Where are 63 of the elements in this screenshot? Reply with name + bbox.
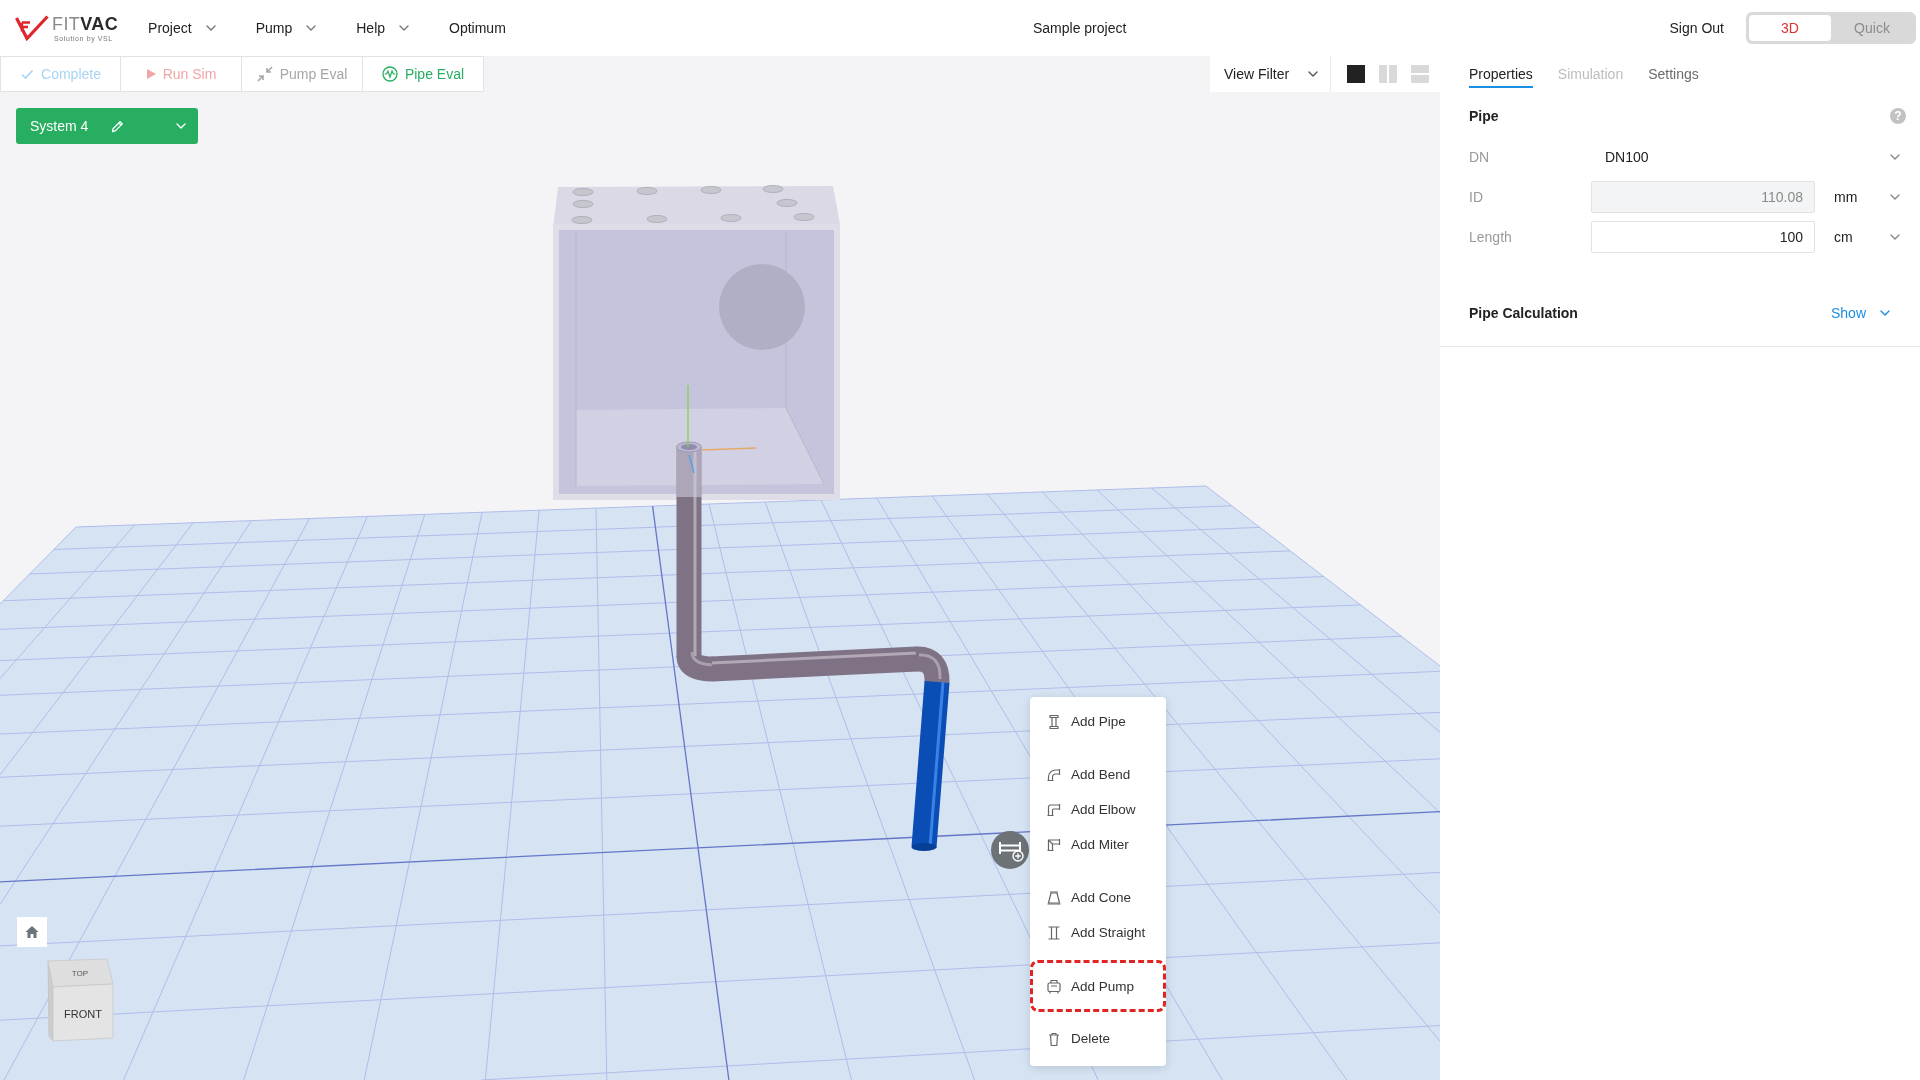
panel-tab[interactable]: Properties (1469, 56, 1533, 88)
field-label: Length (1469, 229, 1513, 245)
cube-face-label: TOP (71, 969, 89, 978)
chevron-down-icon (1308, 71, 1318, 77)
elbow-icon (1046, 801, 1062, 818)
chevron-down-icon (399, 25, 410, 31)
menu-item[interactable]: Add Pump (1030, 960, 1166, 1012)
axes-icon (687, 384, 757, 474)
play-icon (145, 68, 156, 80)
chevron-down-icon (1880, 310, 1890, 316)
pipe-icon (1046, 713, 1062, 730)
menu-item[interactable]: Add Straight (1030, 915, 1166, 950)
menu-item[interactable]: Add Elbow (1030, 792, 1166, 827)
nav-menu-item[interactable]: Optimum (429, 8, 526, 48)
split-columns-icon[interactable] (1379, 65, 1397, 83)
view-cube[interactable] (47, 958, 114, 1042)
cone-icon (1046, 889, 1062, 906)
pipe-plus-icon[interactable] (991, 831, 1029, 869)
menu-item[interactable]: Delete (1030, 1021, 1166, 1056)
pipe[interactable] (711, 646, 918, 682)
home-icon (24, 924, 40, 940)
unit-dropdown[interactable]: cm (1815, 221, 1906, 253)
nav-menu-item[interactable]: Help (336, 8, 430, 48)
menu-item[interactable]: Add Bend (1030, 757, 1166, 792)
trash-icon (1046, 1030, 1062, 1047)
segment-button[interactable]: 3D (1749, 15, 1831, 41)
show-toggle-link[interactable]: Show (1830, 305, 1890, 321)
cube-face-label: FRONT (64, 1008, 102, 1020)
field-label: ID (1469, 189, 1484, 205)
chevron-down-icon (1890, 154, 1900, 160)
input-field[interactable]: 100 (1591, 221, 1815, 253)
sign-out-link[interactable]: Sign Out (1669, 20, 1724, 36)
home-button[interactable] (17, 917, 47, 947)
pipe-bend (915, 646, 950, 683)
bend-icon (1046, 766, 1062, 783)
section-title: Pipe (1469, 108, 1499, 124)
split-rows-icon[interactable] (1411, 65, 1429, 83)
chevron-down-icon (205, 25, 216, 31)
compress-arrows-icon (256, 66, 273, 82)
case-icon (1046, 978, 1062, 994)
straight-pipe-icon (1046, 924, 1062, 941)
chevron-down-icon (1890, 234, 1900, 240)
menu-item[interactable]: Add Cone (1030, 880, 1166, 915)
pipe[interactable] (911, 681, 950, 851)
check-icon (20, 67, 35, 81)
logo-icon (15, 15, 49, 41)
field-label: DN (1469, 149, 1491, 165)
dropdown-field[interactable]: DN100 (1591, 141, 1906, 173)
nav-menu-item[interactable]: Pump (235, 8, 337, 48)
unit-dropdown[interactable]: mm (1815, 181, 1906, 213)
miter-icon (1046, 836, 1062, 853)
chevron-down-icon (306, 25, 317, 31)
chevron-down-icon (1890, 194, 1900, 200)
logo-wordmark: FITVAC (52, 14, 119, 33)
panel-tab[interactable]: Settings (1648, 56, 1699, 88)
menu-item[interactable]: Add Pipe (1030, 704, 1166, 739)
project-title: Sample project (1031, 20, 1128, 36)
nav-menu-item[interactable]: Project (128, 8, 236, 48)
pencil-icon (111, 119, 125, 133)
chevron-down-icon (176, 123, 186, 129)
section-title: Pipe Calculation (1469, 305, 1578, 321)
menu-item[interactable]: Add Miter (1030, 827, 1166, 862)
waveform-icon (381, 66, 398, 82)
